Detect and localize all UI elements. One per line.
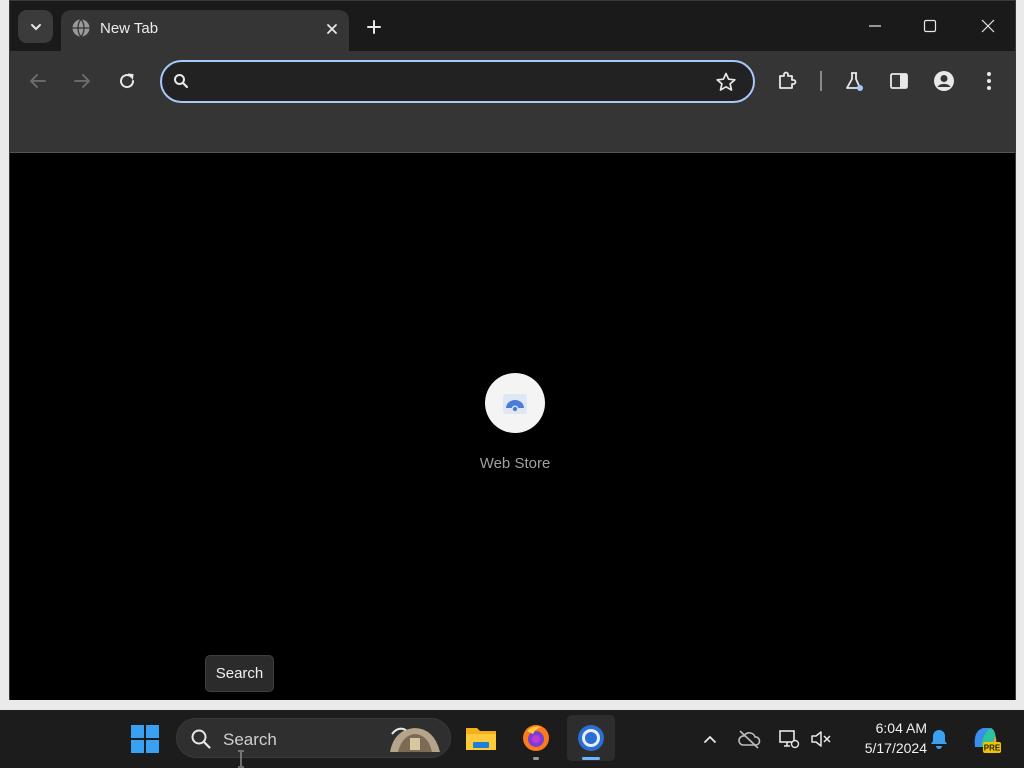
avatar-icon	[934, 71, 954, 91]
text-cursor-icon	[238, 750, 244, 768]
omnibox[interactable]	[160, 60, 755, 103]
flask-icon	[846, 72, 863, 91]
chevron-down-icon	[30, 23, 41, 30]
profile-button[interactable]	[929, 66, 959, 96]
reload-button[interactable]	[112, 66, 142, 96]
taskbar-file-explorer[interactable]	[457, 715, 505, 761]
close-icon	[327, 24, 337, 34]
show-hidden-icons-button[interactable]	[697, 726, 723, 752]
running-indicator	[533, 757, 539, 760]
omnibox-input[interactable]	[204, 71, 694, 93]
taskbar-search-label: Search	[223, 730, 277, 749]
extensions-button[interactable]	[772, 66, 802, 96]
search-highlight-icon	[390, 727, 440, 752]
minimize-icon	[869, 25, 881, 27]
tab-strip: New Tab	[10, 1, 1015, 51]
labs-button[interactable]	[839, 66, 869, 96]
bell-icon	[931, 730, 947, 749]
shortcut-web-store[interactable]: Web Store	[465, 372, 565, 482]
forward-button[interactable]	[67, 66, 97, 96]
chevron-up-icon	[704, 735, 716, 743]
arrow-right-icon	[74, 74, 90, 88]
firefox-icon	[523, 725, 549, 751]
menu-button[interactable]	[974, 66, 1004, 96]
chrome-icon	[578, 725, 604, 751]
taskbar: Search 6:04 AM 5/17/2024 PRE	[0, 710, 1024, 768]
new-tab-page: Web Store	[10, 154, 1015, 700]
start-button[interactable]	[124, 718, 166, 760]
taskbar-firefox[interactable]	[512, 715, 560, 761]
close-window-button[interactable]	[968, 9, 1008, 43]
back-button[interactable]	[23, 66, 53, 96]
onedrive-button[interactable]	[736, 726, 762, 752]
notifications-button[interactable]	[926, 726, 952, 752]
globe-icon	[72, 19, 90, 37]
copilot-icon: PRE	[974, 728, 1001, 753]
volume-button[interactable]	[808, 726, 834, 752]
shortcut-icon-circle	[485, 373, 545, 433]
browser-window: New Tab Web Store	[9, 0, 1016, 700]
cloud-offline-icon	[738, 730, 761, 749]
copilot-badge: PRE	[984, 744, 1001, 753]
more-vertical-icon	[987, 72, 991, 90]
close-icon	[981, 19, 995, 33]
shortcut-label: Web Store	[479, 455, 551, 472]
windows-logo-icon	[131, 725, 159, 753]
toolbar-divider	[820, 71, 822, 91]
reload-icon	[120, 73, 135, 89]
clock-date: 5/17/2024	[864, 740, 927, 756]
arrow-left-icon	[30, 74, 46, 88]
taskbar-clock[interactable]: 6:04 AM 5/17/2024	[843, 718, 927, 758]
minimize-button[interactable]	[855, 9, 895, 43]
speaker-muted-icon	[811, 731, 831, 747]
puzzle-icon	[779, 71, 797, 89]
plus-icon	[367, 20, 381, 34]
browser-toolbar	[10, 51, 1015, 153]
search-tooltip: Search	[205, 655, 274, 692]
web-store-icon	[503, 394, 527, 414]
clock-time: 6:04 AM	[875, 720, 927, 736]
copilot-button[interactable]: PRE	[968, 722, 1002, 756]
side-panel-button[interactable]	[884, 66, 914, 96]
taskbar-search[interactable]: Search	[176, 718, 451, 758]
bookmark-star-icon[interactable]	[715, 71, 737, 93]
network-icon	[779, 730, 800, 749]
new-tab-button[interactable]	[362, 15, 386, 39]
tab-new-tab[interactable]: New Tab	[61, 10, 349, 51]
taskbar-chrome[interactable]	[567, 715, 615, 761]
search-icon	[174, 74, 189, 89]
maximize-icon	[923, 19, 937, 33]
tab-close-button[interactable]	[320, 17, 344, 41]
file-explorer-icon	[466, 728, 496, 750]
network-button[interactable]	[776, 726, 802, 752]
tab-search-button[interactable]	[18, 10, 53, 43]
active-indicator	[582, 757, 600, 760]
tab-title: New Tab	[100, 20, 159, 37]
search-icon	[191, 729, 211, 749]
maximize-button[interactable]	[910, 9, 950, 43]
side-panel-icon	[890, 73, 908, 89]
